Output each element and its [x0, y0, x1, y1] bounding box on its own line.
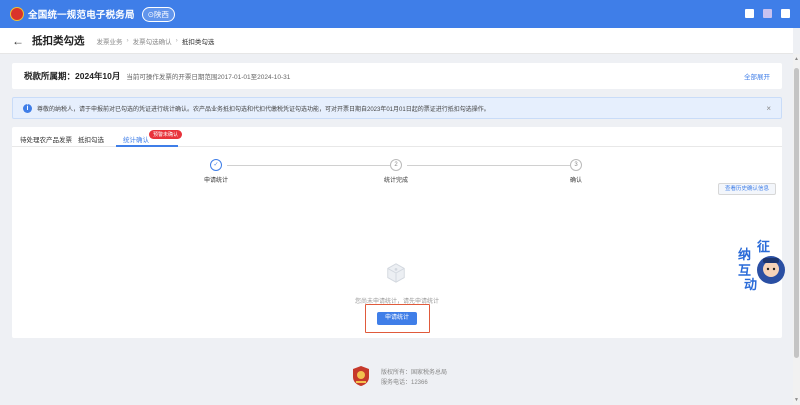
period-label: 税款所属期： [24, 71, 76, 81]
brand[interactable]: 全国统一规范电子税务局 ⊙陕西 [10, 6, 175, 22]
scroll-up-icon[interactable]: ▲ [793, 56, 800, 62]
minimize-icon[interactable] [745, 9, 754, 18]
back-arrow-icon[interactable]: ← [12, 34, 24, 48]
page-header: ← 抵扣类勾选 发票业务 › 发票勾选确认 › 抵扣类勾选 [0, 28, 793, 54]
breadcrumb: 发票业务 › 发票勾选确认 › 抵扣类勾选 [97, 36, 215, 46]
maximize-icon[interactable] [763, 9, 772, 18]
notice-banner: i 尊敬的纳税人，请于申报前对已勾选的凭证进行统计确认。农产品业务抵扣勾选和代扣… [12, 97, 782, 119]
scroll-down-icon[interactable]: ▼ [793, 397, 800, 403]
tab-agricultural-invoices[interactable]: 待处理农产品发票 [20, 134, 72, 144]
info-icon: i [23, 103, 32, 113]
app-title: 全国统一规范电子税务局 [28, 10, 135, 21]
step-check-icon: ✓ [210, 159, 222, 171]
breadcrumb-separator-icon: › [175, 37, 178, 44]
footer-copyright: 版权所有：国家税务总局 [381, 370, 448, 376]
period-value: 2024年10月 [75, 71, 121, 81]
step-connector [227, 165, 390, 166]
notice-text: 尊敬的纳税人，请于申报前对已勾选的凭证进行统计确认。农产品业务抵扣勾选和代扣代缴… [37, 106, 490, 113]
close-icon[interactable] [781, 9, 790, 18]
assistant-char-dong: 动 [744, 277, 758, 292]
scroll-thumb[interactable] [794, 68, 799, 358]
assistant-widget[interactable]: 征 纳 互 动 [735, 236, 791, 292]
footer: 版权所有：国家税务总局 服务电话：12366 [0, 355, 793, 395]
region-label: 陕西 [154, 9, 169, 19]
assistant-char-zheng: 征 [757, 239, 771, 254]
main-panel: 待处理农产品发票 抵扣勾选 统计确认 预警未确认 ✓ 2 3 申请统计 统计完成… [12, 127, 782, 338]
step-number: 3 [570, 159, 582, 171]
breadcrumb-item-invoice-confirm[interactable]: 发票勾选确认 [133, 36, 172, 46]
step-number: 2 [390, 159, 402, 171]
tax-bureau-emblem-icon [10, 7, 24, 21]
region-badge[interactable]: ⊙陕西 [141, 6, 175, 22]
tab-statistics-confirm[interactable]: 统计确认 [123, 134, 149, 144]
page-title: 抵扣类勾选 [32, 35, 85, 47]
active-tab-indicator [116, 145, 178, 147]
tax-period-card: 税款所属期： 2024年10月 当前可操作发票的开票日期范围2017-01-01… [12, 63, 782, 89]
empty-box-icon [387, 263, 405, 283]
tab-bar: 待处理农产品发票 抵扣勾选 统计确认 预警未确认 [12, 127, 782, 147]
footer-phone: 服务电话：12366 [381, 380, 428, 386]
breadcrumb-item-current: 抵扣类勾选 [181, 38, 215, 46]
step-label-complete: 统计完成 [383, 178, 409, 184]
tab-deduction-select[interactable]: 抵扣勾选 [78, 134, 104, 144]
view-history-button[interactable]: 查看历史确认信息 [718, 183, 776, 195]
period-range-text: 当前可操作发票的开票日期范围2017-01-01至2024-10-31 [126, 74, 291, 81]
close-icon[interactable]: × [766, 104, 771, 113]
expand-all-link[interactable]: 全部展开 [744, 71, 770, 81]
window-controls [745, 9, 790, 18]
step-connector [407, 165, 570, 166]
status-badge: 预警未确认 [149, 130, 183, 139]
page-scrollbar[interactable]: ▲ ▼ [793, 54, 800, 405]
step-indicator: ✓ 2 3 申请统计 统计完成 确认 [12, 159, 782, 187]
breadcrumb-item-invoice-business[interactable]: 发票业务 [97, 36, 123, 46]
top-bar: 全国统一规范电子税务局 ⊙陕西 [0, 0, 800, 28]
step-label-apply: 申请统计 [203, 178, 229, 184]
apply-statistics-button[interactable]: 申请统计 [377, 312, 417, 325]
step-label-confirm: 确认 [569, 178, 583, 184]
tax-bureau-logo-icon [353, 366, 369, 386]
breadcrumb-separator-icon: › [126, 37, 129, 44]
